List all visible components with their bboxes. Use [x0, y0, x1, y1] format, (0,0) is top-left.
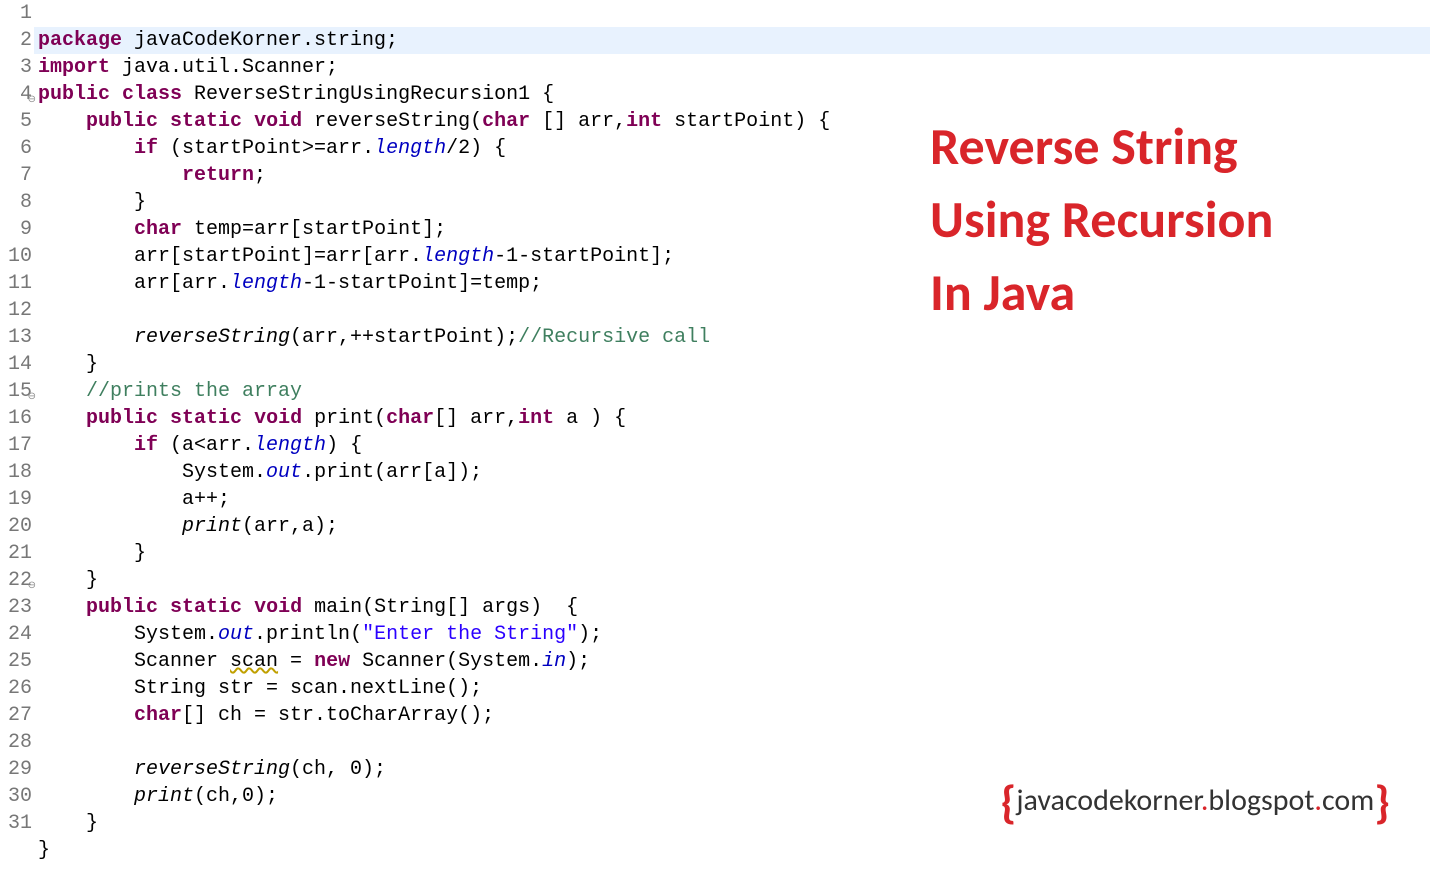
- line-number: 14: [0, 351, 32, 378]
- footer-text: javacodekorner: [1016, 782, 1201, 819]
- code-line: a++;: [38, 488, 230, 511]
- line-number: 7: [0, 162, 32, 189]
- line-number: 20: [0, 513, 32, 540]
- line-number: 24: [0, 621, 32, 648]
- line-number: 6: [0, 135, 32, 162]
- line-number: 5: [0, 108, 32, 135]
- footer-dot: .: [1314, 782, 1322, 819]
- title-line-1: Reverse String: [930, 110, 1273, 183]
- brace-open-icon: {: [1001, 775, 1017, 831]
- line-number: 17: [0, 432, 32, 459]
- code-line: System.out.println("Enter the String");: [38, 623, 602, 646]
- line-number: 28: [0, 729, 32, 756]
- line-number: 31: [0, 810, 32, 837]
- line-number: 4⊖: [0, 81, 32, 108]
- line-number: 18: [0, 459, 32, 486]
- line-number: 3: [0, 54, 32, 81]
- line-number: 10: [0, 243, 32, 270]
- code-line: arr[startPoint]=arr[arr.length-1-startPo…: [38, 245, 674, 268]
- line-number: 16: [0, 405, 32, 432]
- line-number: 15⊖: [0, 378, 32, 405]
- code-line: import java.util.Scanner;: [38, 56, 338, 79]
- code-line: public static void main(String[] args) {: [38, 596, 578, 619]
- code-line: public static void print(char[] arr,int …: [38, 407, 626, 430]
- code-line: return;: [38, 164, 266, 187]
- line-number: 11: [0, 270, 32, 297]
- code-line: print(arr,a);: [38, 515, 338, 538]
- code-line: if (startPoint>=arr.length/2) {: [38, 137, 506, 160]
- code-line: arr[arr.length-1-startPoint]=temp;: [38, 272, 542, 295]
- code-line: System.out.print(arr[a]);: [38, 461, 482, 484]
- code-line: char[] ch = str.toCharArray();: [38, 704, 494, 727]
- code-line: }: [38, 191, 146, 214]
- code-line: //prints the array: [38, 380, 302, 403]
- line-number: 25: [0, 648, 32, 675]
- code-line: char temp=arr[startPoint];: [38, 218, 446, 241]
- code-line: }: [38, 542, 146, 565]
- line-number: 23: [0, 594, 32, 621]
- line-number: 29: [0, 756, 32, 783]
- line-number: 2: [0, 27, 32, 54]
- code-line: print(ch,0);: [38, 785, 278, 808]
- title-overlay: Reverse String Using Recursion In Java: [930, 110, 1273, 328]
- line-number: 27: [0, 702, 32, 729]
- line-number-gutter: 1 2 3 4⊖ 5 6 7 8 9 10 11 12 13 14 15⊖ 16…: [0, 0, 38, 891]
- title-line-3: In Java: [930, 256, 1273, 329]
- code-line: if (a<arr.length) {: [38, 434, 362, 457]
- code-line: [38, 731, 50, 754]
- line-number: 22⊖: [0, 567, 32, 594]
- line-number: 19: [0, 486, 32, 513]
- line-number: 13: [0, 324, 32, 351]
- code-line: }: [38, 812, 98, 835]
- code-line: reverseString(ch, 0);: [38, 758, 386, 781]
- code-line: }: [38, 569, 98, 592]
- line-number: 12: [0, 297, 32, 324]
- code-line: Scanner scan = new Scanner(System.in);: [38, 650, 590, 673]
- code-line: [38, 299, 50, 322]
- line-number: 1: [0, 0, 32, 27]
- code-line: }: [38, 839, 50, 862]
- line-number: 21: [0, 540, 32, 567]
- code-line: }: [38, 353, 98, 376]
- line-number: 8: [0, 189, 32, 216]
- code-line: public static void reverseString(char []…: [38, 110, 830, 133]
- code-line: package javaCodeKorner.string;: [34, 27, 1430, 54]
- line-number: 30: [0, 783, 32, 810]
- code-line: public class ReverseStringUsingRecursion…: [38, 83, 554, 106]
- brace-close-icon: }: [1374, 775, 1390, 831]
- footer-text: blogspot: [1208, 782, 1314, 819]
- code-line: reverseString(arr,++startPoint);//Recurs…: [38, 326, 710, 349]
- footer-branding: {javacodekorner.blogspot.com}: [1001, 775, 1390, 831]
- code-line: String str = scan.nextLine();: [38, 677, 482, 700]
- title-line-2: Using Recursion: [930, 183, 1273, 256]
- footer-text: com: [1322, 782, 1374, 819]
- line-number: 9: [0, 216, 32, 243]
- line-number: 26: [0, 675, 32, 702]
